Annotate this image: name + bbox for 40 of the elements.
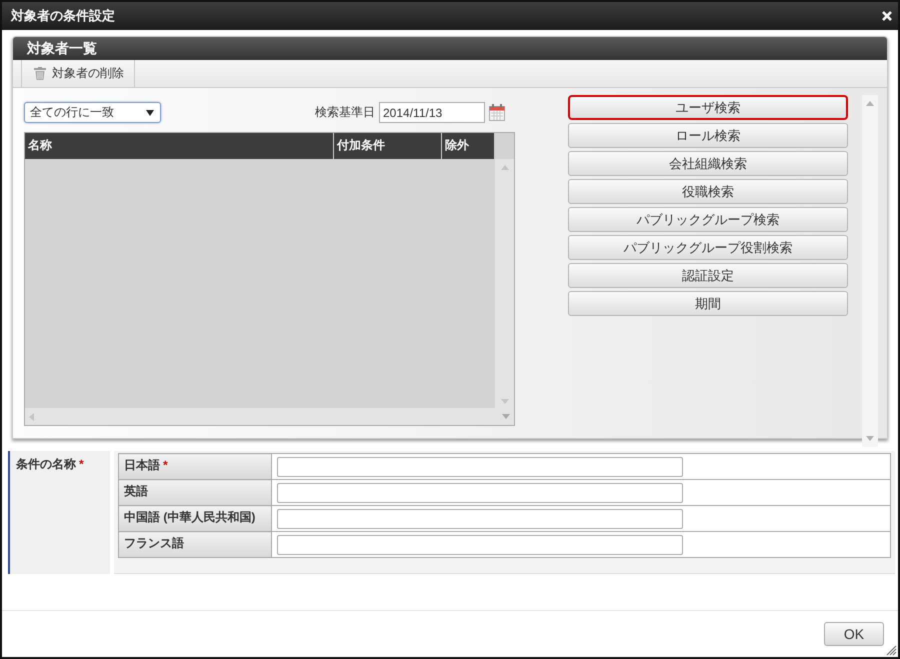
text-field[interactable] — [277, 456, 683, 476]
search-button[interactable]: パブリックグループ検索 — [568, 207, 848, 232]
ok-button[interactable]: OK — [824, 622, 884, 646]
close-icon[interactable] — [882, 11, 892, 21]
scroll-up-icon[interactable] — [500, 165, 508, 170]
delete-button[interactable]: 対象者の削除 — [21, 60, 135, 87]
search-button[interactable]: ユーザ検索 — [568, 95, 848, 120]
window-title: 対象者の条件設定 — [11, 7, 115, 25]
text-field[interactable] — [277, 508, 683, 528]
text-field[interactable] — [277, 534, 683, 554]
panel-title: 対象者一覧 — [27, 40, 97, 58]
required-mark: * — [163, 458, 168, 472]
scroll-down-icon[interactable] — [500, 399, 508, 404]
language-label: 英語 — [124, 484, 148, 498]
trash-icon — [34, 67, 46, 80]
language-label: 日本語 — [124, 458, 160, 472]
field-label: 条件の名称 — [16, 457, 76, 471]
required-mark: * — [79, 457, 84, 471]
search-button[interactable]: 認証設定 — [568, 263, 848, 288]
vertical-scrollbar[interactable] — [495, 159, 514, 408]
text-field[interactable] — [277, 482, 683, 502]
dropdown-caret-icon — [146, 110, 154, 116]
scroll-left-icon[interactable] — [29, 412, 34, 420]
language-label: 中国語 (中華人民共和国) — [124, 510, 256, 524]
search-button[interactable]: パブリックグループ役割検索 — [568, 235, 848, 260]
vertical-scrollbar[interactable] — [862, 95, 878, 447]
date-label: 検索基準日 — [315, 104, 375, 122]
scroll-down-icon[interactable] — [502, 414, 510, 419]
search-button[interactable]: 会社組織検索 — [568, 151, 848, 176]
date-field[interactable]: 2014/11/13 — [379, 102, 485, 124]
calendar-icon[interactable] — [489, 104, 505, 122]
language-label: フランス語 — [124, 536, 184, 550]
search-button[interactable]: 役職検索 — [568, 179, 848, 204]
search-button[interactable]: 期間 — [568, 291, 848, 316]
resize-grip-icon[interactable] — [886, 645, 897, 656]
scroll-up-icon[interactable] — [866, 101, 874, 106]
match-select[interactable]: 全ての行に一致 — [24, 102, 161, 124]
horizontal-scrollbar[interactable] — [25, 408, 514, 425]
search-button[interactable]: ロール検索 — [568, 123, 848, 148]
scroll-down-icon[interactable] — [866, 436, 874, 441]
